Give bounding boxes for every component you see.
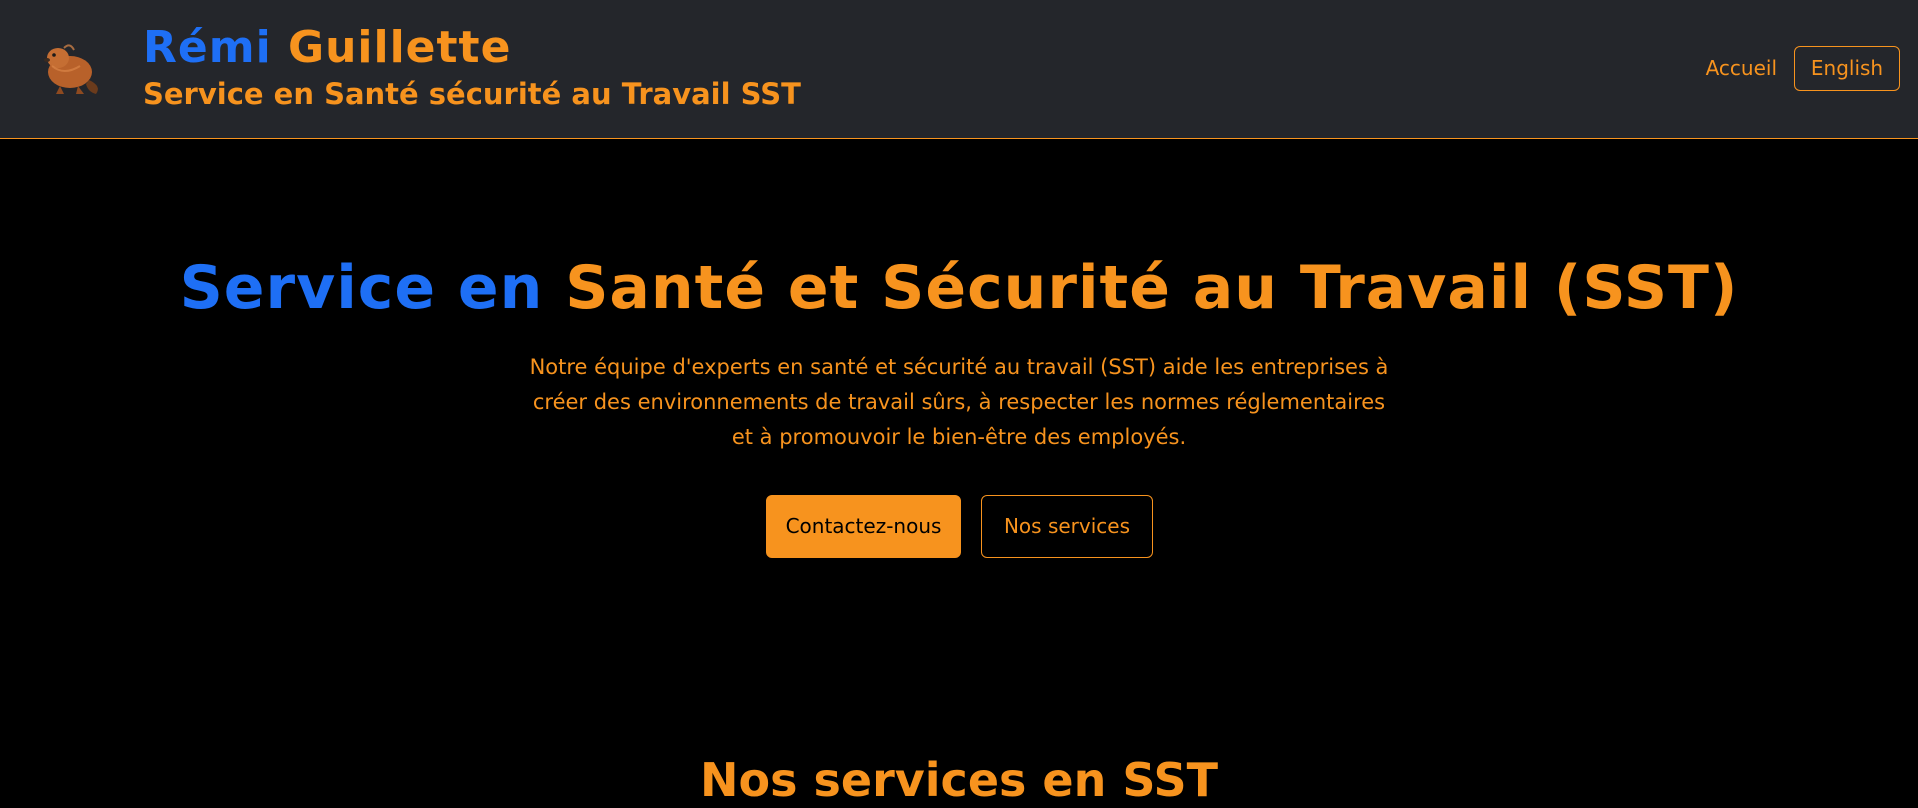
brand-last-name: Guillette xyxy=(287,22,512,73)
hero-title-orange: Santé et Sécurité au Travail (SST) xyxy=(565,253,1739,323)
hero-description: Notre équipe d'experts en santé et sécur… xyxy=(529,355,1389,449)
brand-subtitle: Service en Santé sécurité au Travail SST xyxy=(143,77,801,111)
language-toggle-button[interactable]: English xyxy=(1794,46,1900,91)
hero-title: Service en Santé et Sécurité au Travail … xyxy=(0,248,1918,328)
beaver-logo-icon[interactable] xyxy=(34,36,104,100)
nav-link-home[interactable]: Accueil xyxy=(1706,52,1777,84)
contact-button[interactable]: Contactez-nous xyxy=(766,495,961,558)
brand-first-name: Rémi xyxy=(143,22,272,73)
site-header: Rémi Guillette Service en Santé sécurité… xyxy=(0,0,1918,139)
services-section-title: Nos services en SST xyxy=(700,753,1218,807)
brand-name[interactable]: Rémi Guillette xyxy=(143,20,511,76)
hero-title-blue: Service en xyxy=(179,253,544,323)
services-button[interactable]: Nos services xyxy=(981,495,1153,558)
